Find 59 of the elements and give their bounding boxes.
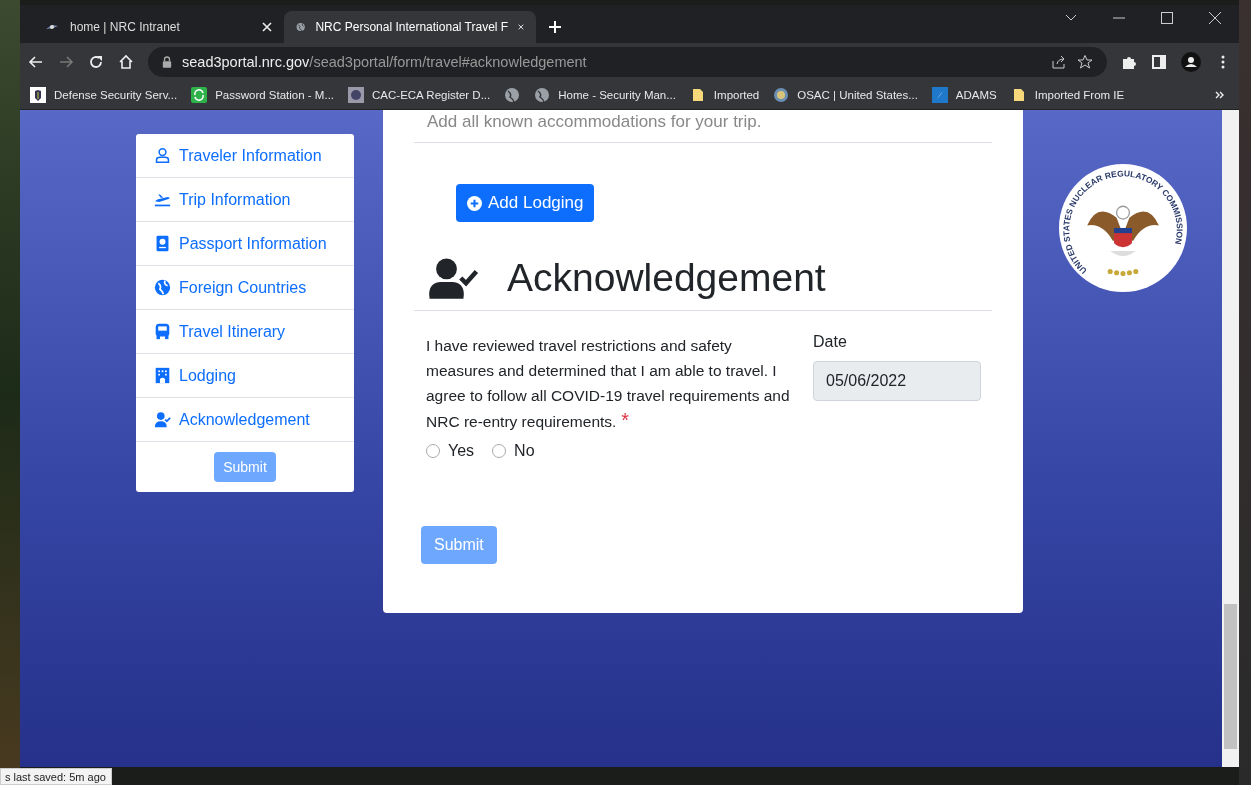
profile-avatar-icon[interactable] xyxy=(1181,52,1201,72)
maximize-icon[interactable] xyxy=(1160,11,1174,25)
new-tab-icon[interactable] xyxy=(548,20,562,34)
date-label: Date xyxy=(813,333,848,351)
sidebar-item[interactable]: Acknowledgement xyxy=(136,398,354,442)
radio-option[interactable]: No xyxy=(492,442,535,460)
bookmark[interactable]: ADAMS xyxy=(931,87,997,103)
bookmark[interactable] xyxy=(504,87,521,103)
user-check-icon xyxy=(154,411,171,428)
bookmark[interactable]: OSAC | United States... xyxy=(773,87,918,103)
close-icon[interactable] xyxy=(518,22,524,32)
radio-option[interactable]: Yes xyxy=(426,442,475,460)
reload-icon[interactable] xyxy=(88,54,104,70)
required-asterisk: * xyxy=(621,409,630,431)
user-icon xyxy=(154,147,171,164)
home-icon[interactable] xyxy=(118,54,134,70)
browser-tab[interactable]: home | NRC Intranet xyxy=(32,11,284,43)
bookmark[interactable]: Imported From IE xyxy=(1010,87,1125,103)
bookmark[interactable]: Imported xyxy=(689,87,760,103)
passport-icon xyxy=(154,235,171,252)
seal-icon xyxy=(773,87,790,103)
user-check-icon xyxy=(427,257,479,299)
bus-icon xyxy=(154,323,171,340)
bookmark[interactable]: Home - Security Man... xyxy=(534,87,676,103)
status-tooltip: s last saved: 5m ago xyxy=(0,768,112,785)
sidebar-item[interactable]: Foreign Countries xyxy=(136,266,354,310)
add-lodging-button[interactable]: Add Lodging xyxy=(456,184,595,222)
sidebar-item[interactable]: Trip Information xyxy=(136,178,354,222)
globe-icon xyxy=(504,87,521,103)
lock-icon xyxy=(162,56,172,68)
forward-arrow-icon[interactable] xyxy=(58,54,74,70)
star-icon[interactable] xyxy=(1077,54,1093,70)
chevrons-right-icon[interactable] xyxy=(1215,90,1225,100)
sidebar-item[interactable]: Lodging xyxy=(136,354,354,398)
plus-circle-icon xyxy=(467,195,482,211)
building-icon xyxy=(154,367,171,384)
address-bar[interactable]: sead3portal.nrc.gov/sead3portal/form/travel#acknowledgement xyxy=(148,47,1107,77)
lodging-hint: Add all known accommodations for your trip. xyxy=(427,112,763,132)
share-icon[interactable] xyxy=(1051,54,1067,70)
acknowledgement-statement: I have reviewed travel restrictions and safety measures and determined that I am able to travel. I agree to follow all COVID-19 travel requirements and NRC re-entry requirements. * xyxy=(426,336,791,433)
browser-tab[interactable]: NRC Personal International Travel F xyxy=(284,11,536,43)
airplane-icon xyxy=(154,191,171,208)
side-panel-icon[interactable] xyxy=(1151,54,1167,70)
bookmark[interactable]: Defense Security Serv... xyxy=(30,87,178,103)
bookmark[interactable]: CAC-ECA Register D... xyxy=(348,87,491,103)
crest-icon xyxy=(30,87,46,103)
bookmark[interactable]: Password Station - M... xyxy=(191,87,335,103)
globe-icon xyxy=(154,279,171,296)
back-arrow-icon[interactable] xyxy=(28,54,44,70)
globe-icon xyxy=(534,87,551,103)
section-title: Acknowledgement xyxy=(507,256,826,300)
sidebar-item[interactable]: Traveler Information xyxy=(136,134,354,178)
puzzle-icon[interactable] xyxy=(1121,54,1137,70)
sidebar-item[interactable]: Passport Information xyxy=(136,222,354,266)
sync-icon xyxy=(191,87,208,103)
sidebar-item[interactable]: Travel Itinerary xyxy=(136,310,354,354)
scrollbar[interactable] xyxy=(1222,110,1239,767)
close-icon[interactable] xyxy=(1208,11,1222,25)
url-text: sead3portal.nrc.gov/sead3portal/form/travel#acknowledgement xyxy=(182,54,587,70)
